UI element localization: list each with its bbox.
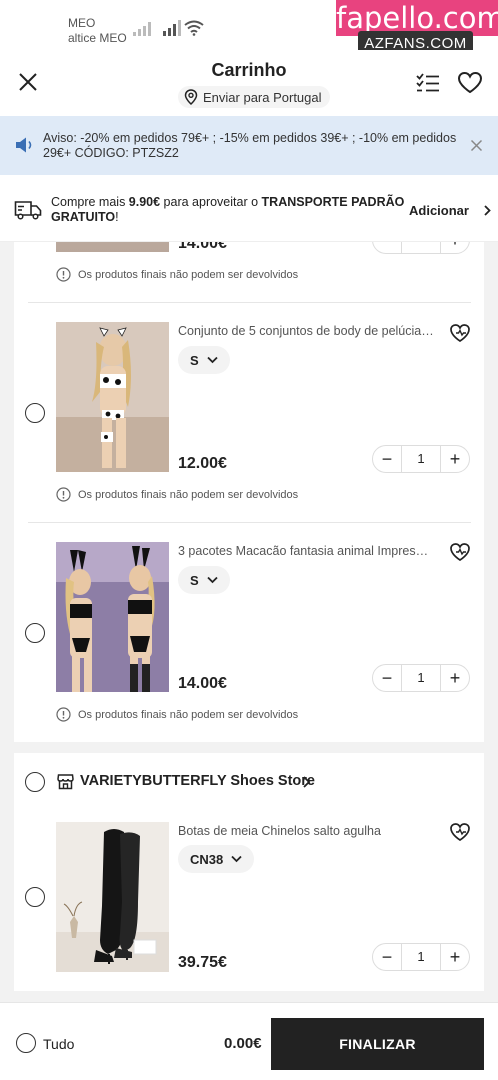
item-select-radio[interactable] — [25, 887, 45, 907]
store-header[interactable]: VARIETYBUTTERFLY Shoes Store — [14, 770, 484, 794]
info-icon — [56, 707, 71, 722]
shipping-suffix: ! — [115, 210, 119, 224]
shipping-prefix: Compre mais — [51, 195, 129, 209]
size-value: CN38 — [190, 851, 224, 867]
close-icon[interactable] — [470, 139, 483, 152]
size-selector[interactable]: S — [178, 566, 230, 594]
cart-store-group: VARIETYBUTTERFLY Shoes Store Botas de me… — [14, 753, 484, 991]
signal-icon-secondary — [163, 20, 181, 36]
wifi-icon — [184, 20, 204, 36]
product-image[interactable] — [56, 542, 169, 692]
item-price: 39.75€ — [178, 954, 227, 971]
product-name[interactable]: Conjunto de 5 conjuntos de body de pelúc… — [178, 324, 434, 338]
item-price: 12.00€ — [178, 455, 227, 472]
quantity-stepper[interactable]: − 1 + — [372, 445, 470, 473]
decrease-button[interactable]: − — [373, 445, 401, 473]
add-items-link[interactable]: Adicionar — [409, 203, 492, 218]
shipping-middle: para aproveitar o — [160, 195, 262, 209]
signal-icon — [133, 22, 151, 36]
increase-button[interactable]: + — [441, 664, 469, 692]
increase-button[interactable]: + — [441, 445, 469, 473]
size-selector[interactable]: S — [178, 346, 230, 374]
notice-text: Aviso: -20% em pedidos 79€+ ; -15% em pe… — [43, 131, 457, 160]
product-image[interactable] — [56, 242, 169, 252]
divider — [28, 522, 471, 523]
checklist-icon[interactable] — [415, 70, 441, 96]
heart-icon[interactable] — [449, 821, 471, 843]
heart-icon[interactable] — [449, 322, 471, 344]
quantity-stepper[interactable]: − 1 + — [372, 664, 470, 692]
item-price: 14.00€ — [178, 675, 227, 692]
store-name[interactable]: VARIETYBUTTERFLY Shoes Store — [80, 773, 315, 789]
chevron-right-icon — [483, 205, 491, 216]
truck-icon — [14, 201, 42, 220]
select-all-label[interactable]: Tudo — [43, 1036, 74, 1052]
shipping-text: Compre mais 9.90€ para aproveitar o TRAN… — [51, 195, 406, 225]
product-photo — [56, 542, 169, 692]
info-icon — [56, 267, 71, 282]
size-value: S — [190, 572, 199, 588]
size-selector[interactable]: CN38 — [178, 845, 255, 873]
location-pin-icon — [184, 89, 198, 105]
item-select-radio[interactable] — [25, 623, 45, 643]
product-photo — [56, 322, 169, 472]
product-image[interactable] — [56, 822, 169, 972]
increase-button[interactable]: + — [441, 943, 469, 971]
return-policy-text: Os produtos finais não podem ser devolvi… — [78, 268, 299, 281]
add-items-label: Adicionar — [409, 203, 469, 218]
status-bar: MEO altice MEO fapello.com AZFANS.COM — [0, 0, 498, 57]
chevron-down-icon — [207, 576, 218, 584]
checkout-bar: Tudo 0.00€ FINALIZAR — [0, 1002, 498, 1080]
ship-to-selector[interactable]: Enviar para Portugal — [178, 86, 330, 108]
return-policy-note: Os produtos finais não podem ser devolvi… — [56, 267, 298, 282]
quantity-value: 1 — [401, 445, 441, 473]
heart-icon[interactable] — [457, 70, 483, 96]
quantity-value: 1 — [401, 943, 441, 971]
carrier-info: MEO altice MEO — [68, 16, 127, 46]
promo-notice: Aviso: -20% em pedidos 79€+ ; -15% em pe… — [0, 116, 498, 175]
quantity-stepper[interactable]: − 1 + — [372, 943, 470, 971]
cart-total: 0.00€ — [224, 1035, 262, 1052]
decrease-button[interactable]: − — [373, 664, 401, 692]
store-select-radio[interactable] — [25, 772, 45, 792]
chevron-down-icon — [231, 855, 242, 863]
select-all-radio[interactable] — [16, 1033, 36, 1053]
return-policy-text: Os produtos finais não podem ser devolvi… — [78, 488, 299, 501]
item-price: 14.00€ — [178, 242, 227, 252]
checkout-button[interactable]: FINALIZAR — [271, 1018, 484, 1070]
increase-button[interactable]: + — [441, 242, 469, 254]
carrier-name: MEO — [68, 16, 96, 30]
cart-store-group: 14.00€ − + Os produtos finais não podem … — [14, 242, 484, 742]
quantity-value: 1 — [401, 664, 441, 692]
return-policy-note: Os produtos finais não podem ser devolvi… — [56, 707, 298, 722]
item-select-radio[interactable] — [25, 403, 45, 423]
ship-to-label: Enviar para Portugal — [203, 89, 322, 105]
product-image[interactable] — [56, 322, 169, 472]
page-header: Carrinho Enviar para Portugal — [0, 50, 498, 116]
quantity-stepper[interactable]: − + — [372, 242, 470, 254]
decrease-button[interactable]: − — [373, 242, 401, 254]
heart-icon[interactable] — [449, 541, 471, 563]
return-policy-note: Os produtos finais não podem ser devolvi… — [56, 487, 298, 502]
speaker-icon — [16, 137, 32, 153]
carrier-name-secondary: altice MEO — [68, 31, 127, 45]
free-shipping-banner: Compre mais 9.90€ para aproveitar o TRAN… — [0, 175, 498, 242]
product-photo — [56, 822, 169, 972]
return-policy-text: Os produtos finais não podem ser devolvi… — [78, 708, 299, 721]
info-icon — [56, 487, 71, 502]
shipping-amount: 9.90€ — [128, 195, 161, 209]
chevron-down-icon — [207, 356, 218, 364]
chevron-right-icon — [303, 776, 311, 788]
decrease-button[interactable]: − — [373, 943, 401, 971]
quantity-value — [401, 242, 441, 254]
divider — [28, 302, 471, 303]
product-name[interactable]: Botas de meia Chinelos salto agulha — [178, 824, 434, 838]
size-value: S — [190, 352, 199, 368]
store-icon — [57, 774, 74, 790]
product-name[interactable]: 3 pacotes Macacão fantasia animal Impres… — [178, 544, 434, 558]
